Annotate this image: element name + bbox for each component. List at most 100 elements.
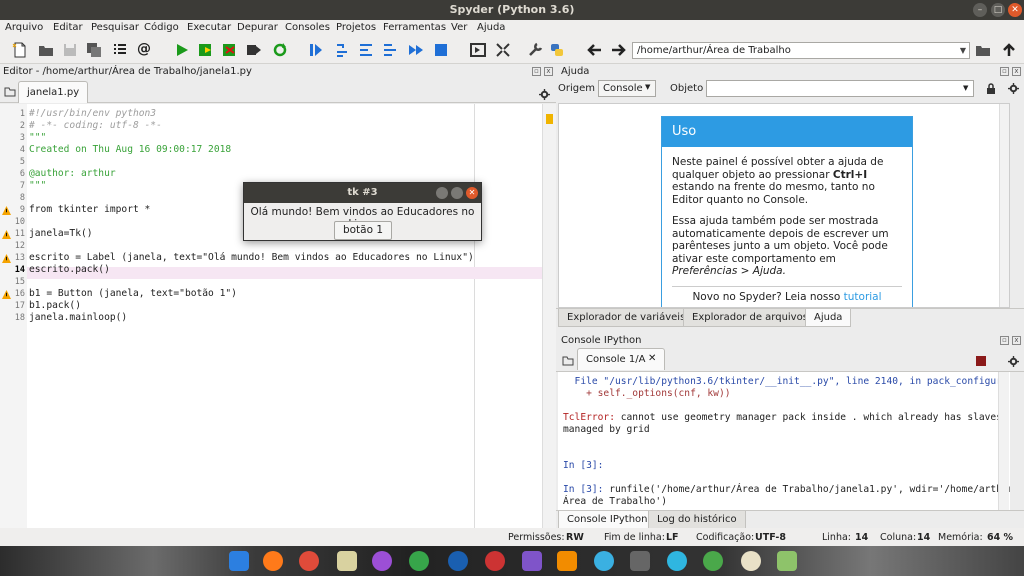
rerun-icon[interactable]	[272, 42, 288, 58]
chevron-down-icon[interactable]: ▼	[956, 42, 970, 59]
open-folder-icon[interactable]	[38, 42, 54, 58]
code-editor[interactable]: 123 456 789 10 11 12 13 14 15 16 17 18 #!/usr/…	[0, 104, 542, 528]
continue-icon[interactable]	[408, 42, 424, 58]
browse-folder-icon[interactable]	[975, 42, 991, 58]
chrome-icon[interactable]	[409, 551, 429, 571]
files-icon[interactable]	[337, 551, 357, 571]
undock-icon[interactable]: ▫	[1000, 67, 1009, 76]
editor-scrollbar[interactable]	[542, 104, 556, 528]
undock-icon[interactable]: ▫	[532, 67, 541, 76]
source-label: Origem	[558, 83, 596, 94]
tab-console-1a[interactable]: Console 1/A ✕	[577, 348, 665, 370]
warning-icon[interactable]	[2, 206, 11, 215]
screen-recorder-icon[interactable]	[299, 551, 319, 571]
warning-icon[interactable]	[2, 230, 11, 239]
menu-executar[interactable]: Executar	[187, 22, 231, 33]
object-input[interactable]: ▼	[706, 80, 974, 97]
menu-editar[interactable]: Editar	[53, 22, 83, 33]
run-cell-advance-icon[interactable]	[222, 42, 238, 58]
save-icon[interactable]	[62, 42, 78, 58]
vlc-icon[interactable]	[557, 551, 577, 571]
back-arrow-icon[interactable]	[587, 42, 603, 58]
console-scrollbar[interactable]	[998, 372, 1009, 510]
web-icon[interactable]	[485, 551, 505, 571]
at-icon[interactable]: @	[137, 41, 153, 57]
menu-ver[interactable]: Ver	[451, 22, 467, 33]
firefox-icon[interactable]	[263, 551, 283, 571]
calendar-icon[interactable]	[741, 551, 761, 571]
chevron-down-icon[interactable]: ▼	[963, 84, 968, 92]
gear-icon[interactable]	[1008, 83, 1019, 94]
help-title: Ajuda	[561, 66, 590, 77]
step-return-icon[interactable]	[382, 42, 398, 58]
close-pane-icon[interactable]: x	[1012, 67, 1021, 76]
warning-icon[interactable]	[2, 290, 11, 299]
gear-icon[interactable]	[539, 89, 550, 100]
menu-ajuda[interactable]: Ajuda	[477, 22, 505, 33]
tab-ipython-console[interactable]: Console IPython	[558, 511, 657, 529]
editor-tab-bar: janela1.py	[0, 79, 556, 103]
close-icon[interactable]: ✕	[1008, 3, 1022, 17]
tab-janela1[interactable]: janela1.py	[18, 81, 89, 103]
maximize-icon[interactable]: □	[991, 3, 1005, 17]
menu-arquivo[interactable]: Arquivo	[5, 22, 43, 33]
debug-icon[interactable]	[308, 42, 324, 58]
settings-gear-icon[interactable]	[372, 551, 392, 571]
save-all-icon[interactable]	[86, 42, 102, 58]
warning-icon[interactable]	[2, 254, 11, 263]
apps-grid-icon[interactable]	[229, 551, 249, 571]
app-icon[interactable]	[448, 551, 468, 571]
trash-icon[interactable]	[777, 551, 797, 571]
python-icon[interactable]	[549, 42, 565, 58]
tab-file-explorer[interactable]: Explorador de arquivos	[683, 309, 817, 327]
menu-projetos[interactable]: Projetos	[336, 22, 376, 33]
step-into-icon[interactable]	[358, 42, 374, 58]
outline-icon[interactable]	[112, 42, 128, 58]
browse-tabs-icon[interactable]	[562, 356, 574, 366]
android-icon[interactable]	[703, 551, 723, 571]
maximize-icon[interactable]	[451, 187, 463, 199]
run-icon[interactable]	[174, 42, 190, 58]
menu-pesquisar[interactable]: Pesquisar	[91, 22, 139, 33]
ipython-console[interactable]: File "/usr/lib/python3.6/tkinter/__init_…	[558, 372, 1010, 510]
menu-ferramentas[interactable]: Ferramentas	[383, 22, 446, 33]
run-selection-icon[interactable]	[246, 42, 262, 58]
tutorial-link[interactable]: tutorial	[844, 291, 882, 303]
menu-consoles[interactable]: Consoles	[285, 22, 330, 33]
browse-tabs-icon[interactable]	[4, 87, 16, 97]
close-pane-icon[interactable]: x	[544, 67, 553, 76]
help-scrollbar[interactable]	[999, 104, 1009, 307]
mixer-icon[interactable]	[630, 551, 650, 571]
tk-button[interactable]: botão 1	[334, 221, 392, 240]
run-cell-icon[interactable]	[198, 42, 214, 58]
store-icon[interactable]	[522, 551, 542, 571]
working-dir-input[interactable]: /home/arthur/Área de Trabalho	[632, 42, 970, 59]
forward-arrow-icon[interactable]	[610, 42, 626, 58]
tab-help[interactable]: Ajuda	[805, 309, 852, 327]
close-pane-icon[interactable]: x	[1012, 336, 1021, 345]
wrench-icon[interactable]	[527, 42, 543, 58]
maximize-pane-icon[interactable]	[470, 42, 486, 58]
close-tab-icon[interactable]: ✕	[648, 353, 656, 364]
step-icon[interactable]	[334, 42, 350, 58]
wifi-icon[interactable]	[594, 551, 614, 571]
menu-depurar[interactable]: Depurar	[237, 22, 278, 33]
lock-icon[interactable]	[986, 83, 996, 94]
close-icon[interactable]: ✕	[466, 187, 478, 199]
stop-icon[interactable]	[976, 356, 986, 366]
stop-debug-icon[interactable]	[433, 42, 449, 58]
menu-codigo[interactable]: Código	[144, 22, 179, 33]
code-line: b1.pack()	[29, 300, 81, 311]
new-file-icon[interactable]	[12, 42, 28, 58]
gear-icon[interactable]	[1008, 356, 1019, 367]
undock-icon[interactable]: ▫	[1000, 336, 1009, 345]
tab-variable-explorer[interactable]: Explorador de variáveis	[558, 309, 695, 327]
parent-dir-icon[interactable]	[1001, 42, 1017, 58]
minimize-icon[interactable]	[436, 187, 448, 199]
messenger-icon[interactable]	[667, 551, 687, 571]
scroll-marker	[546, 114, 553, 124]
tab-history-log[interactable]: Log do histórico	[648, 511, 746, 529]
source-select[interactable]: Console ▼	[598, 80, 656, 97]
minimize-icon[interactable]: –	[973, 3, 987, 17]
fullscreen-icon[interactable]	[495, 42, 511, 58]
